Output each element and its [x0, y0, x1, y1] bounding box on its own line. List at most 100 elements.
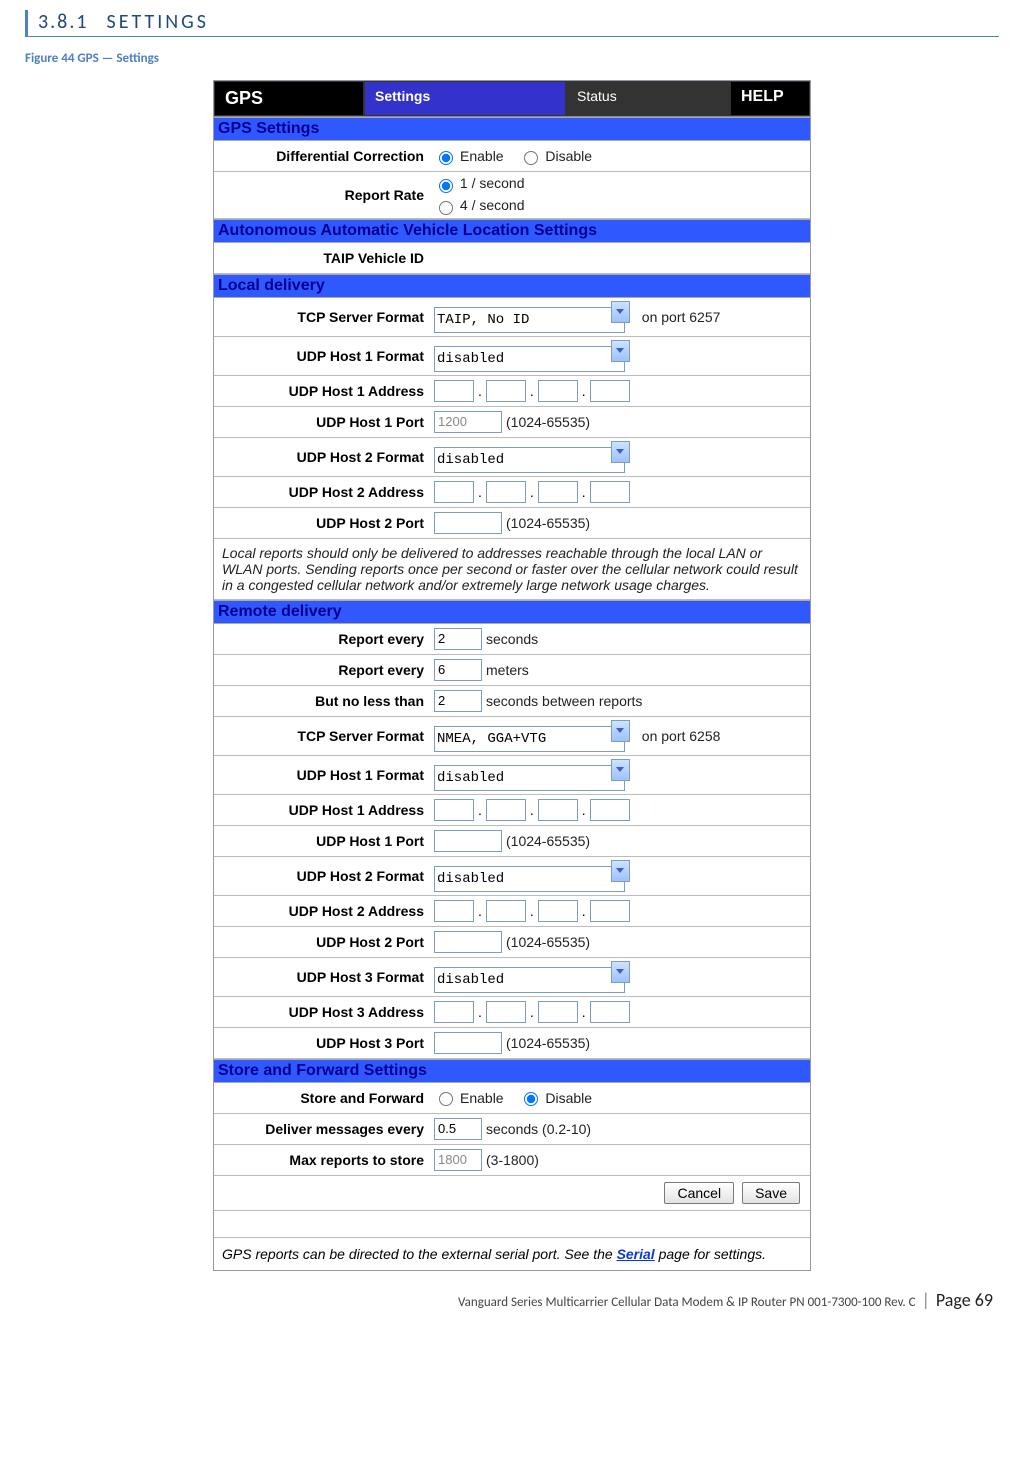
- radio-store-disable[interactable]: [524, 1092, 538, 1106]
- input-deliver-every[interactable]: [434, 1118, 482, 1140]
- label-udp1-address: UDP Host 1 Address: [214, 798, 430, 822]
- input-min-seconds[interactable]: [434, 690, 482, 712]
- ip-octet-input[interactable]: [538, 380, 578, 402]
- unit-text: seconds: [486, 631, 538, 647]
- label-tcp-server-format: TCP Server Format: [214, 305, 430, 329]
- radio-label: Disable: [545, 148, 592, 164]
- unit-text: meters: [486, 662, 529, 678]
- section-heading: 3.8.1 SETTINGS: [25, 10, 999, 37]
- input-remote-udp3-port[interactable]: [434, 1032, 502, 1054]
- radio-rate-1s[interactable]: [439, 179, 453, 193]
- select-local-tcp-format[interactable]: [434, 307, 625, 333]
- port-text: on port 6257: [642, 309, 721, 325]
- ip-octet-input[interactable]: [486, 1001, 526, 1023]
- input-max-reports[interactable]: [434, 1149, 482, 1171]
- ip-octet-input[interactable]: [538, 1001, 578, 1023]
- radio-label: Disable: [545, 1090, 592, 1106]
- ip-octet-input[interactable]: [434, 481, 474, 503]
- label-udp1-port: UDP Host 1 Port: [214, 829, 430, 853]
- input-report-every-seconds[interactable]: [434, 628, 482, 650]
- chevron-down-icon: [611, 720, 630, 742]
- header-local-delivery: Local delivery: [214, 274, 810, 298]
- header-aavls: Autonomous Automatic Vehicle Location Se…: [214, 219, 810, 243]
- label-udp3-port: UDP Host 3 Port: [214, 1031, 430, 1055]
- tab-help[interactable]: HELP: [730, 81, 810, 116]
- ip-octet-input[interactable]: [486, 380, 526, 402]
- label-udp1-port: UDP Host 1 Port: [214, 410, 430, 434]
- label-udp2-port: UDP Host 2 Port: [214, 930, 430, 954]
- ip-octet-input[interactable]: [434, 1001, 474, 1023]
- ip-octet-input[interactable]: [590, 799, 630, 821]
- label-report-rate: Report Rate: [214, 183, 430, 207]
- port-text: on port 6258: [642, 728, 721, 744]
- label-udp2-format: UDP Host 2 Format: [214, 864, 430, 888]
- radio-store-enable[interactable]: [439, 1092, 453, 1106]
- ip-octet-input[interactable]: [538, 900, 578, 922]
- select-remote-udp3-format[interactable]: [434, 967, 625, 993]
- select-remote-tcp-format[interactable]: [434, 726, 625, 752]
- select-remote-udp2-format[interactable]: [434, 866, 625, 892]
- footnote-pre: GPS reports can be directed to the exter…: [222, 1246, 617, 1262]
- select-local-udp1-format[interactable]: [434, 346, 625, 372]
- footnote-post: page for settings.: [659, 1246, 766, 1262]
- label-but-no-less-than: But no less than: [214, 689, 430, 713]
- header-gps-settings: GPS Settings: [214, 117, 810, 141]
- ip-octet-input[interactable]: [590, 380, 630, 402]
- radio-diffcorr-disable[interactable]: [524, 151, 538, 165]
- chevron-down-icon: [611, 340, 630, 362]
- input-remote-udp1-port[interactable]: [434, 830, 502, 852]
- ip-octet-input[interactable]: [434, 900, 474, 922]
- label-taip-vehicle-id: TAIP Vehicle ID: [214, 246, 430, 270]
- input-report-every-meters[interactable]: [434, 659, 482, 681]
- radio-label: Enable: [460, 148, 504, 164]
- serial-footnote: GPS reports can be directed to the exter…: [214, 1238, 810, 1270]
- serial-link[interactable]: Serial: [617, 1246, 655, 1262]
- input-local-udp2-port[interactable]: [434, 512, 502, 534]
- radio-label: 1 / second: [460, 175, 525, 191]
- section-number: 3.8.1: [38, 10, 89, 34]
- label-tcp-server-format: TCP Server Format: [214, 724, 430, 748]
- label-udp3-address: UDP Host 3 Address: [214, 1000, 430, 1024]
- ip-octet-input[interactable]: [486, 799, 526, 821]
- ip-octet-input[interactable]: [538, 799, 578, 821]
- gps-settings-panel: GPS Settings Status HELP GPS Settings Di…: [213, 80, 811, 1271]
- radio-label: Enable: [460, 1090, 504, 1106]
- cancel-button[interactable]: Cancel: [664, 1182, 734, 1204]
- ip-octet-input[interactable]: [590, 900, 630, 922]
- label-udp1-address: UDP Host 1 Address: [214, 379, 430, 403]
- header-remote-delivery: Remote delivery: [214, 600, 810, 624]
- input-remote-udp2-port[interactable]: [434, 931, 502, 953]
- select-remote-udp1-format[interactable]: [434, 765, 625, 791]
- label-udp1-format: UDP Host 1 Format: [214, 344, 430, 368]
- chevron-down-icon: [611, 860, 630, 882]
- tab-status[interactable]: Status: [566, 81, 730, 116]
- label-differential-correction: Differential Correction: [214, 144, 430, 168]
- label-udp1-format: UDP Host 1 Format: [214, 763, 430, 787]
- ip-octet-input[interactable]: [590, 1001, 630, 1023]
- select-local-udp2-format[interactable]: [434, 447, 625, 473]
- input-local-udp1-port[interactable]: [434, 411, 502, 433]
- range-text: (3-1800): [486, 1152, 539, 1168]
- label-udp3-format: UDP Host 3 Format: [214, 965, 430, 989]
- footer-page: Page 69: [936, 1289, 993, 1311]
- ip-octet-input[interactable]: [486, 900, 526, 922]
- label-deliver-every: Deliver messages every: [214, 1117, 430, 1141]
- radio-rate-4s[interactable]: [439, 201, 453, 215]
- save-button[interactable]: Save: [742, 1182, 800, 1204]
- range-text: (1024-65535): [506, 934, 590, 950]
- range-text: (1024-65535): [506, 833, 590, 849]
- label-udp2-address: UDP Host 2 Address: [214, 899, 430, 923]
- ip-octet-input[interactable]: [434, 380, 474, 402]
- radio-label: 4 / second: [460, 197, 525, 213]
- chevron-down-icon: [611, 441, 630, 463]
- tab-settings[interactable]: Settings: [364, 81, 566, 116]
- tab-gps[interactable]: GPS: [214, 81, 364, 116]
- header-store-forward: Store and Forward Settings: [214, 1059, 810, 1083]
- ip-octet-input[interactable]: [538, 481, 578, 503]
- ip-octet-input[interactable]: [434, 799, 474, 821]
- label-udp2-port: UDP Host 2 Port: [214, 511, 430, 535]
- radio-diffcorr-enable[interactable]: [439, 151, 453, 165]
- ip-octet-input[interactable]: [590, 481, 630, 503]
- ip-octet-input[interactable]: [486, 481, 526, 503]
- section-title: SETTINGS: [107, 10, 209, 34]
